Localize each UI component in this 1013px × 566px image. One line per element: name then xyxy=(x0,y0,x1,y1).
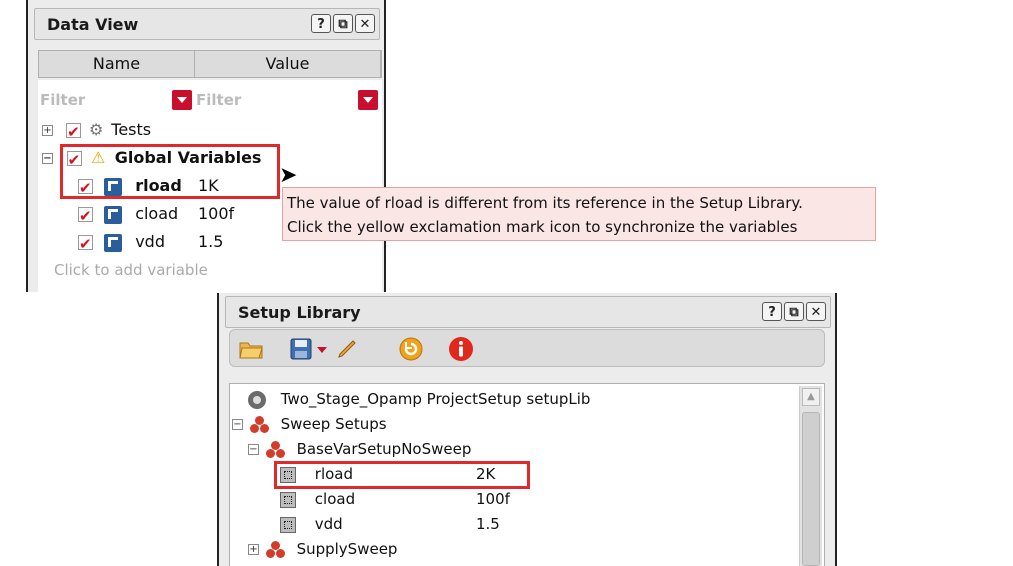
column-value-header[interactable]: Value xyxy=(195,51,381,77)
data-view-titlebar[interactable]: Data View ? ⧉ ✕ xyxy=(34,8,380,40)
cload-checkbox[interactable] xyxy=(78,202,93,230)
vdd-checkbox[interactable] xyxy=(78,230,93,258)
vertical-scrollbar[interactable]: ▲ xyxy=(799,386,822,566)
tree-item-base-setup[interactable]: − BaseVarSetupNoSweep xyxy=(248,437,471,462)
variable-name: vdd xyxy=(135,232,165,251)
refresh-icon[interactable] xyxy=(398,336,424,362)
filter-row: Filter Filter xyxy=(38,86,382,114)
param-value[interactable]: 100f xyxy=(476,487,510,512)
close-button[interactable]: ✕ xyxy=(806,302,826,321)
collapse-icon[interactable]: − xyxy=(42,153,53,164)
data-view-tree: Filter Filter + ⚙ Tests − ⚠ Global Varia… xyxy=(38,80,382,292)
data-view-panel: Data View ? ⧉ ✕ Name Value Filter Filter… xyxy=(26,0,386,292)
setup-library-panel: Setup Library ? ⧉ ✕ Two_Stage_Opamp Proj… xyxy=(217,293,837,566)
value-filter-dropdown-icon[interactable] xyxy=(358,90,378,110)
help-button[interactable]: ? xyxy=(762,302,782,321)
param-name: vdd xyxy=(314,515,343,533)
setup-library-tree: Two_Stage_Opamp ProjectSetup setupLib − … xyxy=(229,383,825,566)
name-filter-dropdown-icon[interactable] xyxy=(172,90,192,110)
setup-library-titlebar[interactable]: Setup Library ? ⧉ ✕ xyxy=(225,296,831,328)
tests-checkbox[interactable] xyxy=(66,118,82,146)
variable-value[interactable]: 1.5 xyxy=(198,228,223,256)
name-filter-input[interactable]: Filter xyxy=(40,86,85,114)
variable-row-cload[interactable]: cload 100f xyxy=(78,200,234,230)
variable-icon xyxy=(104,205,123,224)
variable-value[interactable]: 100f xyxy=(198,200,234,228)
tree-item-supply-sweep[interactable]: + SupplySweep xyxy=(248,537,397,562)
column-name-header[interactable]: Name xyxy=(39,51,195,77)
help-button[interactable]: ? xyxy=(311,14,331,33)
parameter-icon xyxy=(280,491,296,508)
tree-item-project-setup[interactable]: Two_Stage_Opamp ProjectSetup setupLib xyxy=(248,387,590,412)
gears-icon: ⚙ xyxy=(89,120,104,139)
data-view-title: Data View xyxy=(47,15,139,34)
open-folder-icon[interactable] xyxy=(238,336,264,362)
setup-library-toolbar xyxy=(229,329,825,367)
variable-row-vdd[interactable]: vdd 1.5 xyxy=(78,228,223,258)
gear-icon xyxy=(248,390,266,409)
scrollbar-thumb[interactable] xyxy=(802,412,820,566)
expand-icon[interactable]: + xyxy=(248,544,259,555)
tests-label: Tests xyxy=(111,120,152,139)
scroll-up-icon[interactable]: ▲ xyxy=(802,388,820,406)
mouse-cursor-icon: ➤ xyxy=(279,163,298,188)
sweep-icon xyxy=(249,415,270,434)
base-setup-label: BaseVarSetupNoSweep xyxy=(296,440,472,458)
tree-item-tests[interactable]: + ⚙ Tests xyxy=(42,116,152,146)
supply-sweep-label: SupplySweep xyxy=(296,540,398,558)
project-setup-label: Two_Stage_Opamp ProjectSetup setupLib xyxy=(280,390,591,408)
tooltip-line-1: The value of rload is different from its… xyxy=(287,194,803,212)
variable-name: cload xyxy=(135,204,179,223)
tree-item-sweep-setups[interactable]: − Sweep Setups xyxy=(232,412,387,437)
parameter-icon xyxy=(280,516,296,533)
close-button[interactable]: ✕ xyxy=(355,14,375,33)
setup-library-title: Setup Library xyxy=(238,303,361,322)
sweep-setups-label: Sweep Setups xyxy=(280,415,387,433)
add-variable-row[interactable]: Click to add variable xyxy=(54,256,208,284)
collapse-icon[interactable]: − xyxy=(232,419,243,430)
pencil-icon[interactable] xyxy=(334,336,360,362)
highlight-box xyxy=(60,144,280,199)
float-button[interactable]: ⧉ xyxy=(784,302,804,321)
value-filter-input[interactable]: Filter xyxy=(196,86,241,114)
sweep-icon xyxy=(265,440,286,459)
tooltip: The value of rload is different from its… xyxy=(282,187,876,241)
save-icon[interactable] xyxy=(288,336,314,362)
float-button[interactable]: ⧉ xyxy=(333,14,353,33)
highlight-box xyxy=(274,461,530,489)
collapse-icon[interactable]: − xyxy=(248,444,259,455)
param-row-vdd[interactable]: vdd 1.5 xyxy=(280,512,580,537)
param-value[interactable]: 1.5 xyxy=(476,512,500,537)
sweep-icon xyxy=(265,540,286,559)
column-header: Name Value xyxy=(38,50,382,78)
param-name: cload xyxy=(314,490,356,508)
param-row-cload[interactable]: cload 100f xyxy=(280,487,580,512)
info-icon[interactable] xyxy=(448,336,474,362)
tooltip-line-2: Click the yellow exclamation mark icon t… xyxy=(287,218,798,236)
expand-icon[interactable]: + xyxy=(42,125,53,136)
variable-icon xyxy=(104,233,123,252)
save-dropdown-icon[interactable] xyxy=(314,336,330,362)
